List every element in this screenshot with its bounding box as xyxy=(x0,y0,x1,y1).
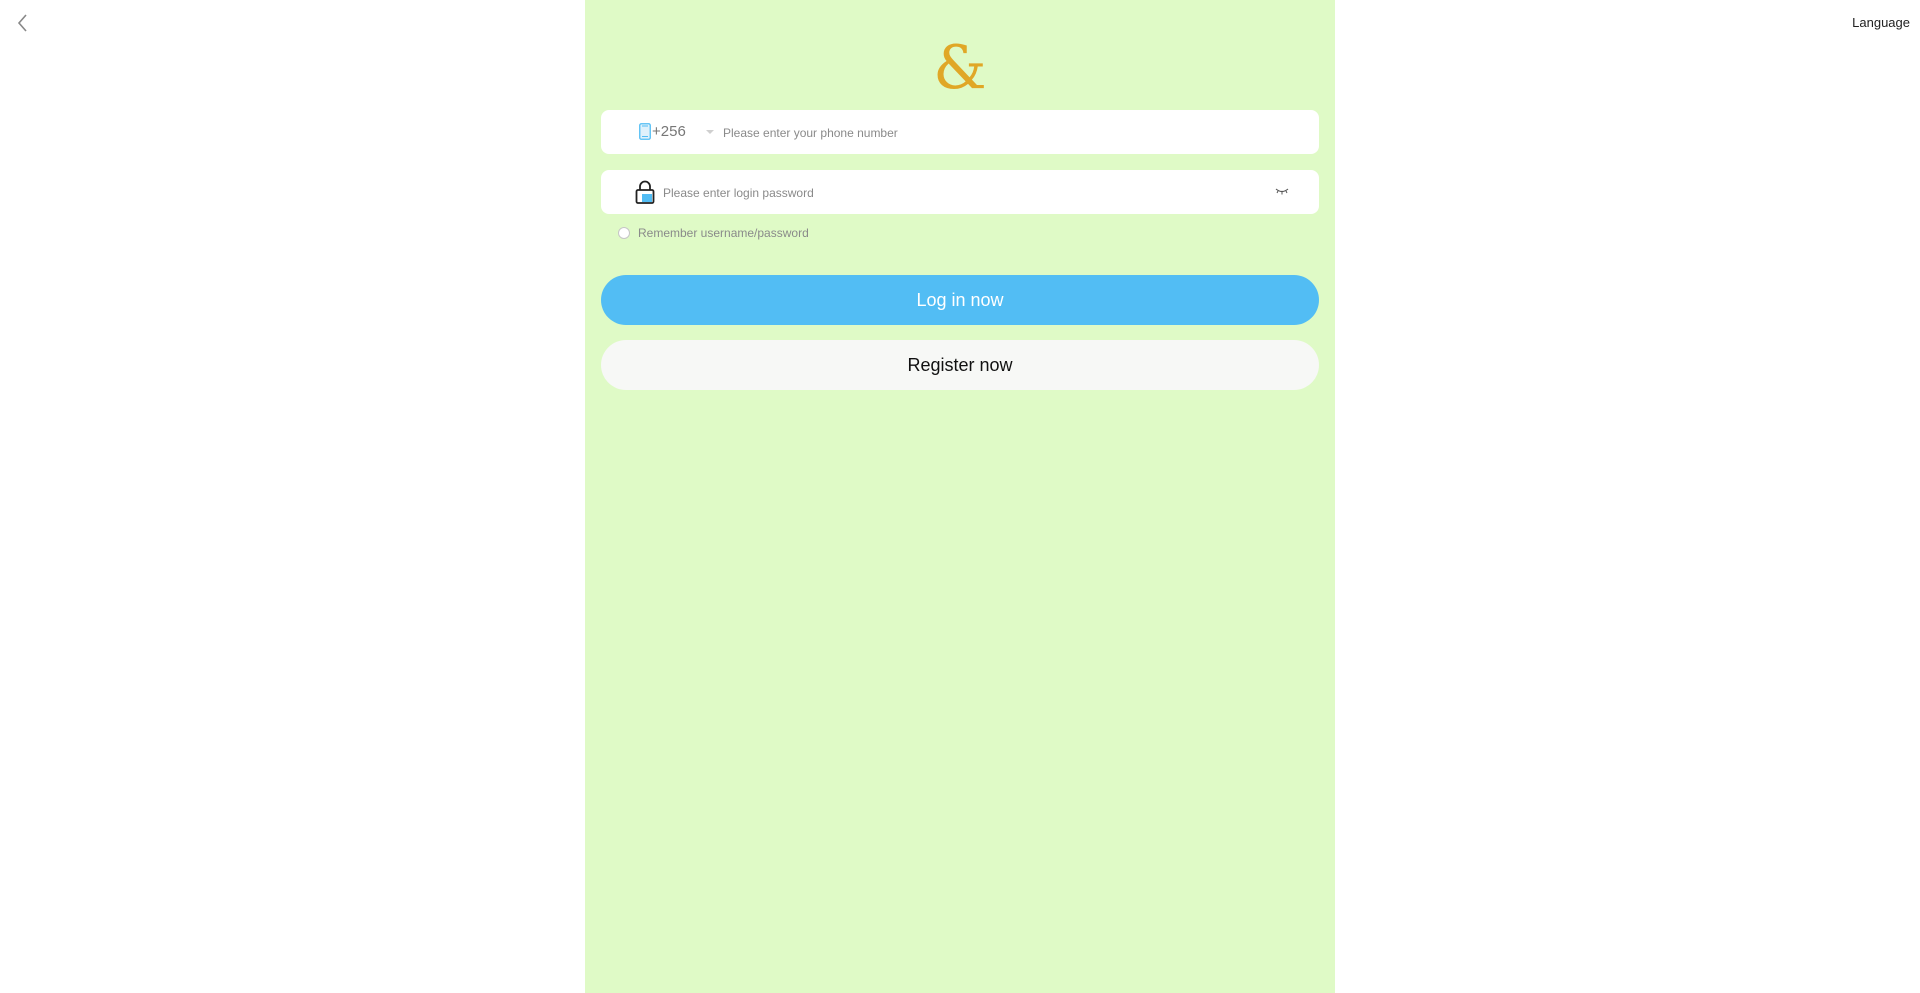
login-button[interactable]: Log in now xyxy=(601,275,1319,325)
chevron-left-icon xyxy=(17,14,27,32)
phone-icon xyxy=(639,123,651,140)
eye-closed-icon[interactable] xyxy=(1275,187,1289,195)
language-button[interactable]: Language xyxy=(1852,15,1910,30)
login-panel: & +256 Remember username/password Lo xyxy=(585,0,1335,993)
phone-input[interactable] xyxy=(721,122,1285,144)
remember-label: Remember username/password xyxy=(638,226,809,240)
caret-down-icon[interactable] xyxy=(706,129,714,135)
register-button[interactable]: Register now xyxy=(601,340,1319,390)
remember-radio[interactable] xyxy=(618,227,630,239)
logo: & xyxy=(933,33,987,103)
password-field xyxy=(601,170,1319,214)
password-input[interactable] xyxy=(661,182,1265,204)
lock-icon xyxy=(635,180,655,204)
phone-field: +256 xyxy=(601,110,1319,154)
back-button[interactable] xyxy=(14,12,32,34)
remember-checkbox[interactable]: Remember username/password xyxy=(618,226,809,240)
country-code-select[interactable]: +256 xyxy=(652,123,686,140)
